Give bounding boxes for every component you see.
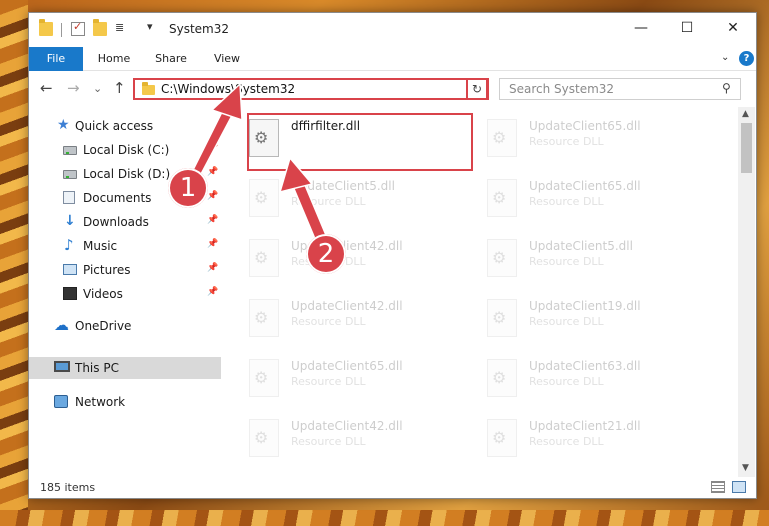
annotation-arrows <box>188 82 329 248</box>
arrow-1-head <box>210 82 243 122</box>
step-badge-1: 1 <box>168 168 208 208</box>
arrow-2-head <box>278 156 314 194</box>
step-badge-2: 2 <box>306 234 346 274</box>
